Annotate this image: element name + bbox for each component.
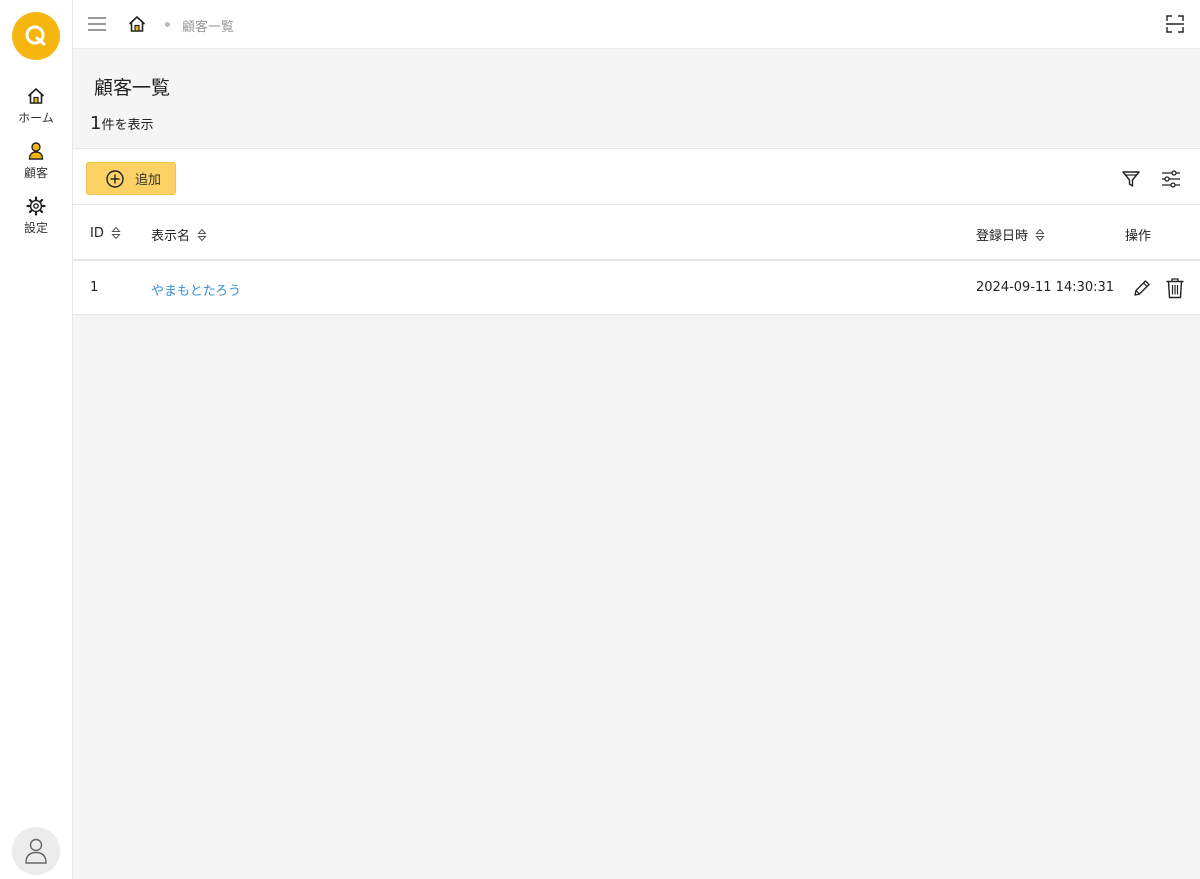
cell-name-link[interactable]: やまもとたろう <box>151 280 241 299</box>
result-count-suffix: 件を表示 <box>101 118 154 133</box>
trash-icon[interactable] <box>1165 277 1185 299</box>
sidebar-item-settings[interactable]: 設定 <box>0 196 72 244</box>
column-header-registered[interactable]: 登録日時 <box>976 225 1045 244</box>
sidebar-item-customers[interactable]: 顧客 <box>0 141 72 189</box>
fullscreen-icon[interactable] <box>1165 14 1185 34</box>
cell-id: 1 <box>90 280 99 295</box>
page-title: 顧客一覧 <box>94 77 171 99</box>
app-logo[interactable] <box>12 12 60 60</box>
column-label: 操作 <box>1125 229 1152 244</box>
person-icon <box>28 142 44 160</box>
add-button[interactable]: 追加 <box>86 162 176 195</box>
column-header-name[interactable]: 表示名 <box>151 225 207 244</box>
table-row: 1 やまもとたろう 2024-09-11 14:30:31 <box>73 262 1200 315</box>
hamburger-menu-icon[interactable] <box>87 14 107 34</box>
add-button-label: 追加 <box>135 173 162 188</box>
home-icon <box>27 88 45 104</box>
plus-circle-icon <box>106 169 124 188</box>
breadcrumb-current: 顧客一覧 <box>182 20 235 35</box>
sidebar: ホーム 顧客 設定 <box>0 0 73 879</box>
column-label: 表示名 <box>151 229 191 244</box>
column-header-actions: 操作 <box>1125 225 1151 244</box>
sidebar-item-home[interactable]: ホーム <box>0 86 72 134</box>
customer-table-card: 追加 ID 表示名 登録日時 操作 1 やまもとたろう 2024-09-11 1… <box>73 148 1200 315</box>
table-toolbar: 追加 <box>73 149 1200 205</box>
cell-registered: 2024-09-11 14:30:31 <box>976 280 1115 295</box>
filter-icon[interactable] <box>1121 169 1141 189</box>
column-header-id[interactable]: ID <box>90 225 121 241</box>
sort-icon <box>1035 228 1045 241</box>
sort-icon <box>111 226 121 240</box>
gear-icon <box>26 196 46 216</box>
breadcrumb-home-icon[interactable] <box>127 14 147 34</box>
user-avatar-icon <box>25 838 47 864</box>
user-avatar[interactable] <box>12 827 60 875</box>
pencil-icon[interactable] <box>1132 278 1152 298</box>
sliders-icon[interactable] <box>1161 169 1181 189</box>
breadcrumb-separator <box>165 22 170 27</box>
column-label: ID <box>90 225 104 241</box>
result-count: 1件を表示 <box>90 113 153 134</box>
column-label: 登録日時 <box>976 229 1029 244</box>
topbar: 顧客一覧 <box>73 0 1200 49</box>
result-count-number: 1 <box>90 113 102 134</box>
sort-icon <box>197 228 207 241</box>
sidebar-item-label: 顧客 <box>23 166 48 180</box>
logo-q-icon <box>25 25 46 46</box>
table-header: ID 表示名 登録日時 操作 <box>73 205 1200 261</box>
sidebar-item-label: 設定 <box>23 221 48 235</box>
app-root: ホーム 顧客 設定 顧客一覧 顧客一覧 1件を表示 追加 ID 表示名 登録日時… <box>0 0 1200 879</box>
sidebar-item-label: ホーム <box>18 111 54 125</box>
